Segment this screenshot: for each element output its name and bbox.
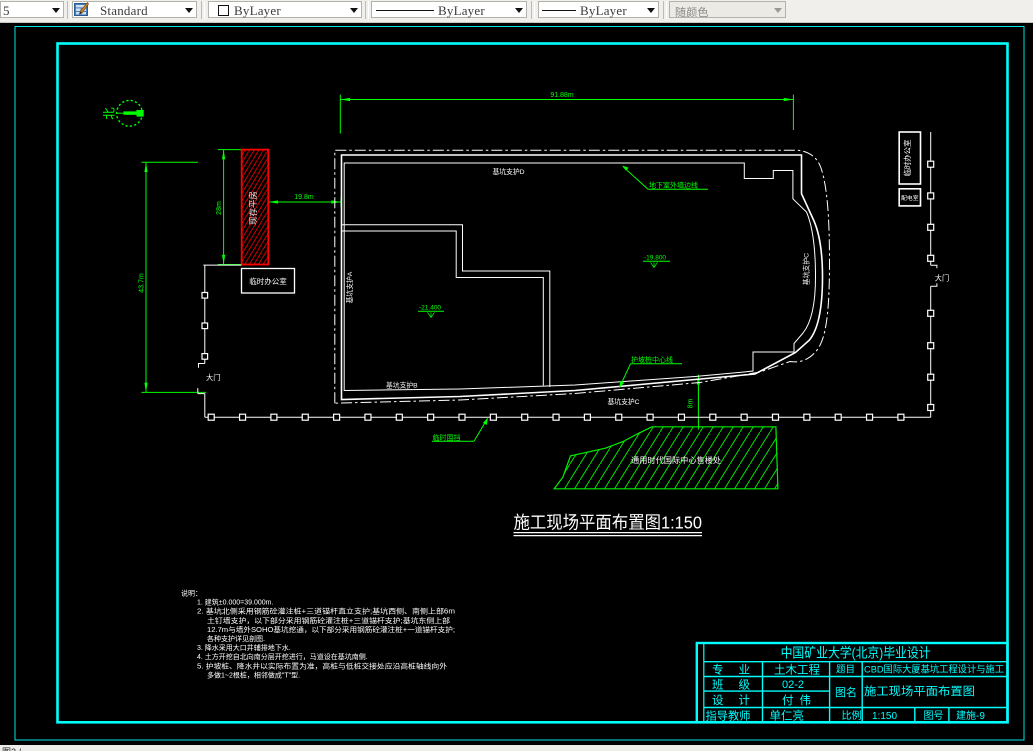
- svg-text:12.7m与墙外SOHO基坑挖通，以下部分采用钢筋砼灌注桩+: 12.7m与墙外SOHO基坑挖通，以下部分采用钢筋砼灌注桩+一道锚杆支护;: [207, 625, 455, 634]
- svg-text:通用时代国际中心售楼处: 通用时代国际中心售楼处: [631, 455, 721, 465]
- svg-text:图号: 图号: [924, 710, 944, 722]
- svg-text:43.7m: 43.7m: [139, 273, 146, 293]
- svg-text:大门: 大门: [935, 273, 949, 282]
- svg-text:临时办公室: 临时办公室: [903, 140, 912, 177]
- svg-text:-21.400: -21.400: [419, 305, 441, 312]
- svg-text:大门: 大门: [206, 373, 220, 382]
- svg-text:基坑支护B: 基坑支护B: [386, 381, 418, 390]
- svg-text:临时围挡: 临时围挡: [433, 433, 461, 442]
- svg-text:4. 土方开挖自北向南分层开挖进行，马道设在基坑南侧.: 4. 土方开挖自北向南分层开挖进行，马道设在基坑南侧.: [197, 652, 368, 661]
- svg-text:28m: 28m: [216, 201, 223, 215]
- svg-text:1. 建筑±0.000=39.000m.: 1. 建筑±0.000=39.000m.: [197, 598, 273, 607]
- svg-text:土钉墙支护，以下部分采用钢筋砼灌注桩+三道锚杆支护;基坑东侧: 土钉墙支护，以下部分采用钢筋砼灌注桩+三道锚杆支护;基坑东侧上部: [207, 616, 450, 625]
- svg-text:各种支护详见剖图.: 各种支护详见剖图.: [207, 634, 265, 643]
- svg-text:现存平房: 现存平房: [248, 191, 258, 225]
- svg-text:1:150: 1:150: [872, 711, 897, 722]
- svg-text:施工现场平面布置图1:150: 施工现场平面布置图1:150: [514, 513, 703, 533]
- svg-text:基坑支护A: 基坑支护A: [345, 271, 354, 303]
- svg-text:题目: 题目: [836, 665, 855, 676]
- svg-text:8m: 8m: [688, 398, 695, 408]
- svg-text:说明：: 说明：: [181, 589, 202, 598]
- svg-text:北: 北: [102, 107, 116, 120]
- svg-text:临时办公室: 临时办公室: [249, 276, 287, 286]
- svg-text:护坡桩中心线: 护坡桩中心线: [631, 355, 673, 364]
- svg-text:图名: 图名: [835, 685, 857, 699]
- svg-text:多做1~2根桩，相邻做成"T"型.: 多做1~2根桩，相邻做成"T"型.: [207, 670, 300, 679]
- svg-text:单仁亮: 单仁亮: [770, 708, 805, 722]
- svg-text:基坑支护C: 基坑支护C: [802, 253, 811, 285]
- svg-text:02-2: 02-2: [782, 679, 804, 691]
- svg-text:指导教师: 指导教师: [706, 708, 751, 722]
- svg-text:建施-9: 建施-9: [956, 709, 985, 722]
- svg-text:地下室外墙边线: 地下室外墙边线: [649, 181, 698, 190]
- svg-text:91.88m: 91.88m: [550, 92, 574, 99]
- svg-text:配电室: 配电室: [901, 194, 919, 202]
- svg-text:19.8m: 19.8m: [294, 194, 314, 201]
- svg-text:3. 降水采用大口井辅排地下水.: 3. 降水采用大口井辅排地下水.: [197, 643, 291, 652]
- svg-text:中国矿业大学(北京)毕业设计: 中国矿业大学(北京)毕业设计: [781, 646, 931, 661]
- svg-text:基坑支护C: 基坑支护C: [608, 397, 640, 406]
- svg-text:施工现场平面布置图: 施工现场平面布置图: [864, 684, 975, 698]
- svg-text:土木工程: 土木工程: [774, 664, 820, 677]
- svg-text:2. 基坑北侧采用钢筋砼灌注桩+三道锚杆直立支护;基坑西侧、: 2. 基坑北侧采用钢筋砼灌注桩+三道锚杆直立支护;基坑西侧、南侧上部6m: [197, 607, 455, 616]
- svg-text:-19.800: -19.800: [644, 255, 666, 262]
- svg-text:基坑支护D: 基坑支护D: [493, 167, 525, 176]
- svg-text:CBD国际大厦基坑工程设计与施工: CBD国际大厦基坑工程设计与施工: [864, 664, 1004, 676]
- svg-text:比例: 比例: [842, 709, 862, 722]
- svg-text:5. 护坡桩、降水井以实际布置为准，高桩与低桩交接处应沿高桩: 5. 护坡桩、降水井以实际布置为准，高桩与低桩交接处应沿高桩轴线向外: [197, 661, 447, 670]
